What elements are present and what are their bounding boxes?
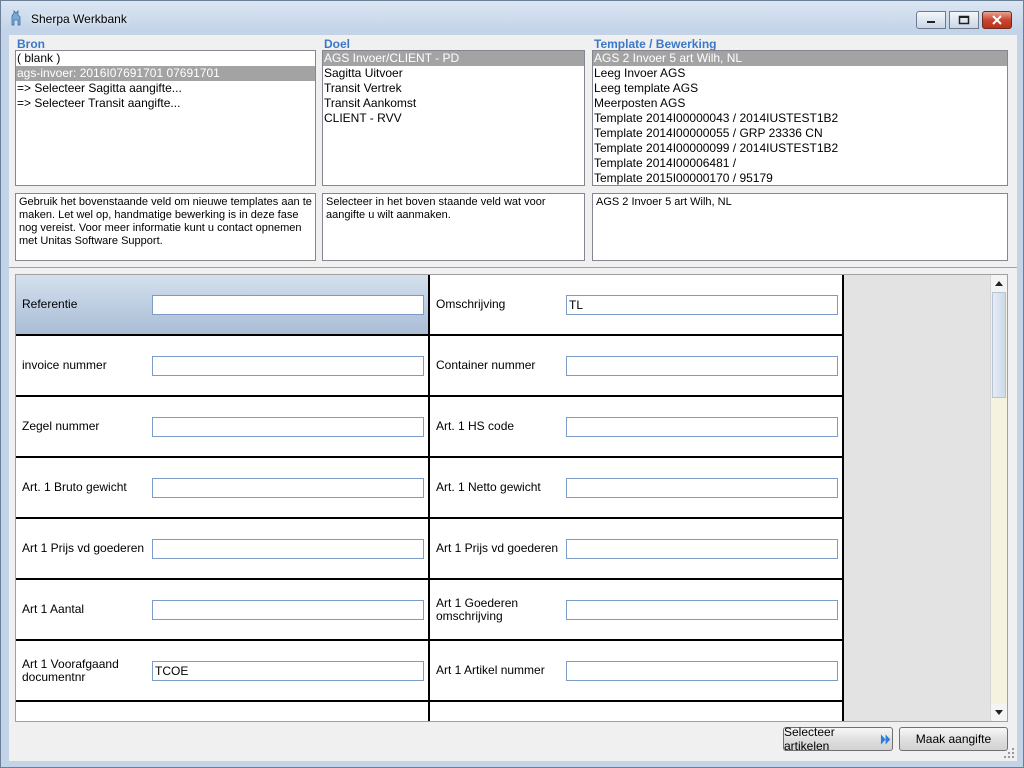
list-item[interactable]: Template 2014I00000055 / GRP 23336 CN: [593, 126, 1007, 141]
field-input[interactable]: [152, 600, 424, 620]
field-label: Art 1 Aantal: [22, 602, 85, 616]
field-label: invoice nummer: [22, 358, 107, 372]
list-item[interactable]: Template 2014I00000099 / 2014IUSTEST1B2: [593, 141, 1007, 156]
field-label: Art 1 Goederen omschrijving: [436, 595, 519, 623]
field-label: Art. 1 HS code: [436, 419, 515, 433]
field-input[interactable]: [152, 356, 424, 376]
list-item[interactable]: CLIENT - RVV: [323, 111, 584, 126]
field-cell: [16, 702, 430, 721]
restore-icon: [958, 15, 970, 25]
maximize-button[interactable]: [949, 11, 979, 29]
field-label: Art. 1 Netto gewicht: [436, 480, 541, 494]
list-item[interactable]: Template 2015I00000170 / 95179: [593, 171, 1007, 185]
field-cell: [430, 702, 844, 721]
list-item[interactable]: ags-invoer: 2016I07691701 07691701: [16, 66, 315, 81]
minimize-button[interactable]: [916, 11, 946, 29]
field-label: Art 1 Artikel nummer: [436, 663, 545, 677]
close-button[interactable]: [982, 11, 1012, 29]
scroll-up-button[interactable]: [991, 275, 1007, 292]
list-item[interactable]: Leeg template AGS: [593, 81, 1007, 96]
field-label: Omschrijving: [436, 297, 506, 311]
main-window: Sherpa Werkbank Bron ( blank ) ags-invoe…: [0, 0, 1024, 768]
doel-listbox[interactable]: AGS Invoer/CLIENT - PD Sagitta Uitvoer T…: [322, 50, 585, 186]
bron-label: Bron: [17, 37, 45, 51]
right-field-column: Omschrijving Container nummer Art. 1 HS …: [430, 275, 844, 721]
list-item[interactable]: Sagitta Uitvoer: [323, 66, 584, 81]
resize-grip-icon[interactable]: [1003, 747, 1015, 759]
bron-listbox[interactable]: ( blank ) ags-invoer: 2016I07691701 0769…: [15, 50, 316, 186]
field-cell: Art 1 Prijs vd goederen: [16, 519, 430, 580]
field-input[interactable]: [152, 295, 424, 315]
window-title: Sherpa Werkbank: [31, 12, 127, 26]
field-input[interactable]: [566, 539, 838, 559]
list-item[interactable]: Meerposten AGS: [593, 96, 1007, 111]
list-item[interactable]: Leeg Invoer AGS: [593, 66, 1007, 81]
list-item[interactable]: AGS Invoer/CLIENT - PD: [323, 51, 584, 66]
field-input[interactable]: [152, 539, 424, 559]
field-label: Container nummer: [436, 358, 536, 372]
field-input[interactable]: [566, 295, 838, 315]
title-bar[interactable]: Sherpa Werkbank: [1, 1, 1023, 35]
select-articles-button[interactable]: Selecteer artikelen: [783, 725, 893, 753]
make-declaration-button[interactable]: Maak aangifte: [899, 727, 1008, 751]
doel-description: Selecteer in het boven staande veld wat …: [322, 193, 585, 261]
field-input[interactable]: [152, 417, 424, 437]
scroll-down-button[interactable]: [991, 704, 1007, 721]
minimize-icon: [927, 21, 935, 23]
double-arrow-right-icon: [880, 733, 891, 745]
list-item[interactable]: ( blank ): [16, 51, 315, 66]
field-cell: Art. 1 HS code: [430, 397, 844, 458]
template-listbox[interactable]: AGS 2 Invoer 5 art Wilh, NL Leeg Invoer …: [592, 50, 1008, 186]
field-cell: Art 1 Aantal: [16, 580, 430, 641]
list-item[interactable]: Template 2014I00006481 /: [593, 156, 1007, 171]
field-label: Referentie: [22, 297, 78, 311]
field-cell: Referentie: [16, 275, 430, 336]
field-input[interactable]: [566, 356, 838, 376]
field-label: Art 1 Prijs vd goederen: [436, 541, 559, 555]
left-field-column: Referentie invoice nummer Zegel nummer A…: [16, 275, 430, 721]
field-cell: Container nummer: [430, 336, 844, 397]
field-cell: Art 1 Goederen omschrijving: [430, 580, 844, 641]
field-cell: Zegel nummer: [16, 397, 430, 458]
field-cell: invoice nummer: [16, 336, 430, 397]
arrow-down-icon: [995, 710, 1003, 715]
field-cell: Art 1 Voorafgaand documentnr: [16, 641, 430, 702]
field-input[interactable]: [566, 600, 838, 620]
field-cell: Art 1 Artikel nummer: [430, 641, 844, 702]
field-input[interactable]: [566, 417, 838, 437]
list-item[interactable]: Transit Aankomst: [323, 96, 584, 111]
field-input[interactable]: [566, 478, 838, 498]
vertical-scrollbar[interactable]: [990, 275, 1007, 721]
splitter[interactable]: [9, 264, 1017, 268]
select-articles-label: Selecteer artikelen: [784, 725, 835, 753]
list-item[interactable]: Transit Vertrek: [323, 81, 584, 96]
app-icon: [11, 10, 21, 26]
field-cell: Art. 1 Bruto gewicht: [16, 458, 430, 519]
field-input[interactable]: [152, 661, 424, 681]
field-label: Art 1 Voorafgaand documentnr: [22, 656, 119, 684]
make-declaration-label: Maak aangifte: [915, 732, 992, 746]
field-cell: Art. 1 Netto gewicht: [430, 458, 844, 519]
field-label: Art 1 Prijs vd goederen: [22, 541, 145, 555]
doel-label: Doel: [324, 37, 351, 51]
field-label: Art. 1 Bruto gewicht: [22, 480, 127, 494]
scroll-thumb[interactable]: [992, 292, 1006, 398]
close-icon: [992, 15, 1002, 25]
list-item[interactable]: Template 2014I00000043 / 2014IUSTEST1B2: [593, 111, 1007, 126]
field-label: Zegel nummer: [22, 419, 100, 433]
list-item[interactable]: => Selecteer Sagitta aangifte...: [16, 81, 315, 96]
template-label: Template / Bewerking: [594, 37, 717, 51]
field-cell: Art 1 Prijs vd goederen: [430, 519, 844, 580]
template-description: AGS 2 Invoer 5 art Wilh, NL: [592, 193, 1008, 261]
field-input[interactable]: [566, 661, 838, 681]
list-item[interactable]: AGS 2 Invoer 5 art Wilh, NL: [593, 51, 1007, 66]
field-grid: Referentie invoice nummer Zegel nummer A…: [15, 274, 1008, 722]
bron-description: Gebruik het bovenstaande veld om nieuwe …: [15, 193, 316, 261]
field-cell: Omschrijving: [430, 275, 844, 336]
list-item[interactable]: => Selecteer Transit aangifte...: [16, 96, 315, 111]
arrow-up-icon: [995, 281, 1003, 286]
client-area: Bron ( blank ) ags-invoer: 2016I07691701…: [9, 35, 1017, 761]
field-input[interactable]: [152, 478, 424, 498]
